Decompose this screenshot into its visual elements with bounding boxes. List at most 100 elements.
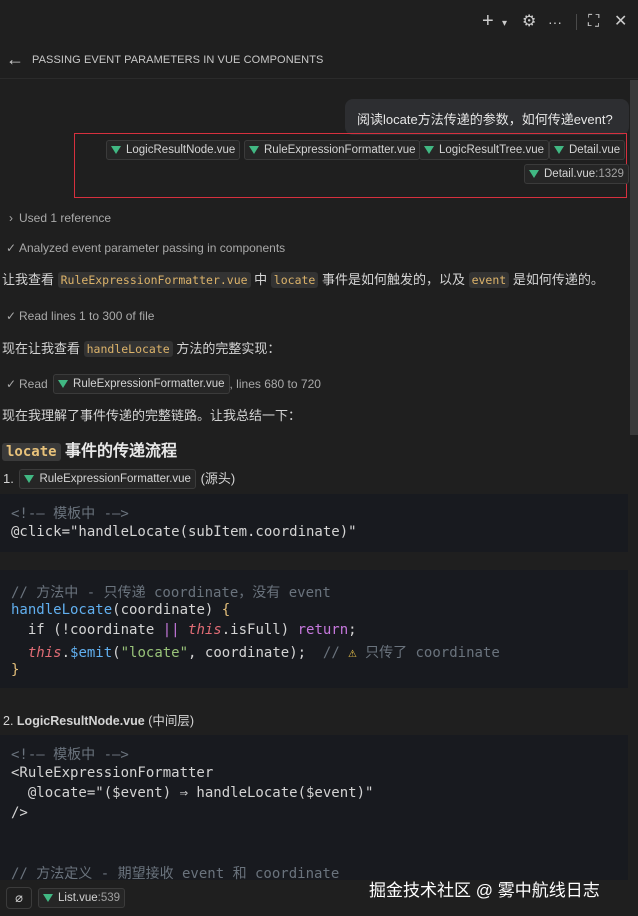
file-line: :539 (97, 892, 121, 904)
chat-header: ← PASSING EVENT PARAMETERS IN VUE COMPON… (0, 44, 638, 79)
warning-icon: ⚠ (348, 645, 357, 661)
gear-icon[interactable]: ⚙ (522, 12, 536, 32)
attachment-line: :1329 (595, 168, 624, 180)
assistant-paragraph: 让我查看 RuleExpressionFormatter.vue 中 locat… (2, 269, 604, 288)
code-token: "locate" (120, 645, 189, 661)
file-chip[interactable]: RuleExpressionFormatter.vue (53, 374, 230, 394)
user-message-text: 阅读locate方法传递的参数，如何传递event? (357, 112, 613, 127)
vue-file-icon (249, 146, 259, 154)
code-line: @locate="($event) ⇒ handleLocate($event)… (11, 785, 374, 801)
inline-code: handleLocate (83, 341, 173, 357)
text: 中 (250, 272, 271, 287)
code-comment: // 方法中 - 只传递 coordinate，没有 event (11, 585, 331, 601)
code-comment: 只传了 coordinate (356, 645, 500, 661)
code-token: handleLocate (11, 602, 113, 618)
inline-code: event (468, 272, 510, 288)
text: (中间层) (144, 714, 195, 728)
code-line: } (11, 662, 20, 678)
attachment-chip[interactable]: Detail.vue:1329 (524, 164, 629, 184)
paperclip-icon[interactable]: ⌀ (6, 887, 32, 909)
code-block: // 方法中 - 只传递 coordinate，没有 event handleL… (0, 570, 628, 688)
step-text: Read (19, 377, 48, 392)
code-comment: // (322, 645, 349, 661)
context-file-chip[interactable]: List.vue:539 (38, 888, 126, 908)
analyzed-step: ✓ Analyzed event parameter passing in com… (3, 241, 285, 255)
attachment-name: Detail.vue (569, 144, 621, 156)
code-comment: <!-— 模板中 -—> (11, 506, 129, 522)
code-line: /> (11, 805, 28, 821)
step-text: Used 1 reference (19, 211, 112, 225)
chat-title: PASSING EVENT PARAMETERS IN VUE COMPONEN… (32, 54, 324, 66)
attachment-name: Detail.vue (544, 168, 596, 180)
chevron-down-icon[interactable]: ▾ (502, 14, 507, 34)
maximize-icon[interactable]: ⛶ (588, 12, 599, 32)
text: 现在让我查看 (2, 341, 84, 356)
file-name: List.vue (58, 892, 98, 904)
code-line: handleLocate(coordinate) { (11, 602, 230, 618)
used-reference-toggle[interactable]: › Used 1 reference (3, 211, 111, 225)
attachment-chip[interactable]: LogicResultTree.vue (419, 140, 550, 160)
text: 事件是如何触发的，以及 (318, 272, 469, 287)
file-name: LogicResultNode.vue (16, 714, 145, 728)
inline-code: locate (2, 443, 61, 461)
attachment-chip[interactable]: Detail.vue (549, 140, 626, 160)
chevron-right-icon: › (9, 211, 13, 225)
file-name: RuleExpressionFormatter.vue (73, 378, 225, 390)
vue-file-icon (58, 380, 69, 388)
code-token: ; (348, 622, 357, 638)
code-token: this (188, 622, 222, 638)
new-chat-icon[interactable]: + (482, 11, 494, 31)
list-item: 2. LogicResultNode.vue (中间层) (3, 710, 194, 729)
vue-file-icon (424, 146, 434, 154)
code-line: <RuleExpressionFormatter (11, 765, 214, 781)
check-icon: ✓ (5, 241, 17, 255)
text: 让我查看 (2, 272, 58, 287)
code-block: <!-— 模板中 -—> <RuleExpressionFormatter @l… (0, 735, 628, 882)
step-text: , lines 680 to 720 (229, 377, 321, 392)
code-token: if (!coordinate (11, 622, 163, 638)
code-token: { (221, 602, 231, 618)
scrollbar-thumb[interactable] (630, 80, 638, 435)
code-token: ( (112, 645, 121, 661)
code-comment: <!-— 模板中 -—> (11, 747, 129, 763)
top-toolbar: + ▾ ⚙ ··· ⛶ ✕ (0, 0, 638, 44)
code-token: $emit (70, 645, 113, 661)
attachment-chip[interactable]: LogicResultNode.vue (106, 140, 241, 160)
text: 是如何传递的。 (509, 272, 604, 287)
step-text: Read lines 1 to 300 of file (19, 309, 155, 323)
step-text: Analyzed event parameter passing in comp… (19, 241, 286, 255)
code-token: this (11, 645, 62, 661)
assistant-paragraph: 现在让我查看 handleLocate 方法的完整实现： (2, 338, 280, 357)
read-file-step: ✓ Read RuleExpressionFormatter.vue , line… (3, 374, 321, 395)
code-token: .isFull) (221, 622, 298, 638)
vue-file-icon (529, 170, 539, 178)
inline-code: locate (270, 272, 319, 288)
attachment-name: LogicResultNode.vue (126, 144, 236, 156)
code-token: , coordinate); (188, 645, 323, 661)
attachment-name: RuleExpressionFormatter.vue (264, 144, 416, 156)
assistant-paragraph: 现在我理解了事件传递的完整链路。让我总结一下： (2, 408, 302, 423)
text: 方法的完整实现： (172, 341, 281, 356)
code-token: . (61, 645, 71, 661)
toolbar-divider (576, 14, 577, 30)
check-icon: ✓ (5, 377, 17, 392)
file-chip[interactable]: RuleExpressionFormatter.vue (19, 468, 196, 489)
code-line: this.$emit("locate", coordinate); // ⚠ 只… (11, 642, 500, 662)
attachment-chip[interactable]: RuleExpressionFormatter.vue (244, 140, 421, 160)
code-token: return (297, 622, 349, 638)
list-number: 2. (3, 714, 14, 728)
back-arrow-icon[interactable]: ← (6, 49, 24, 70)
close-icon[interactable]: ✕ (614, 12, 627, 32)
more-icon[interactable]: ··· (548, 12, 562, 32)
list-number: 1. (3, 471, 14, 486)
vue-file-icon (111, 146, 121, 154)
code-block: <!-— 模板中 -—> @click="handleLocate(subIte… (0, 494, 628, 552)
inline-code: RuleExpressionFormatter.vue (57, 272, 251, 288)
list-item: 1. RuleExpressionFormatter.vue (源头) (3, 468, 235, 490)
code-token: || (162, 622, 180, 638)
code-token: (coordinate) (112, 602, 222, 618)
file-name: RuleExpressionFormatter.vue (39, 472, 191, 485)
code-line: if (!coordinate || this.isFull) return; (11, 622, 357, 638)
vue-file-icon (43, 894, 53, 902)
